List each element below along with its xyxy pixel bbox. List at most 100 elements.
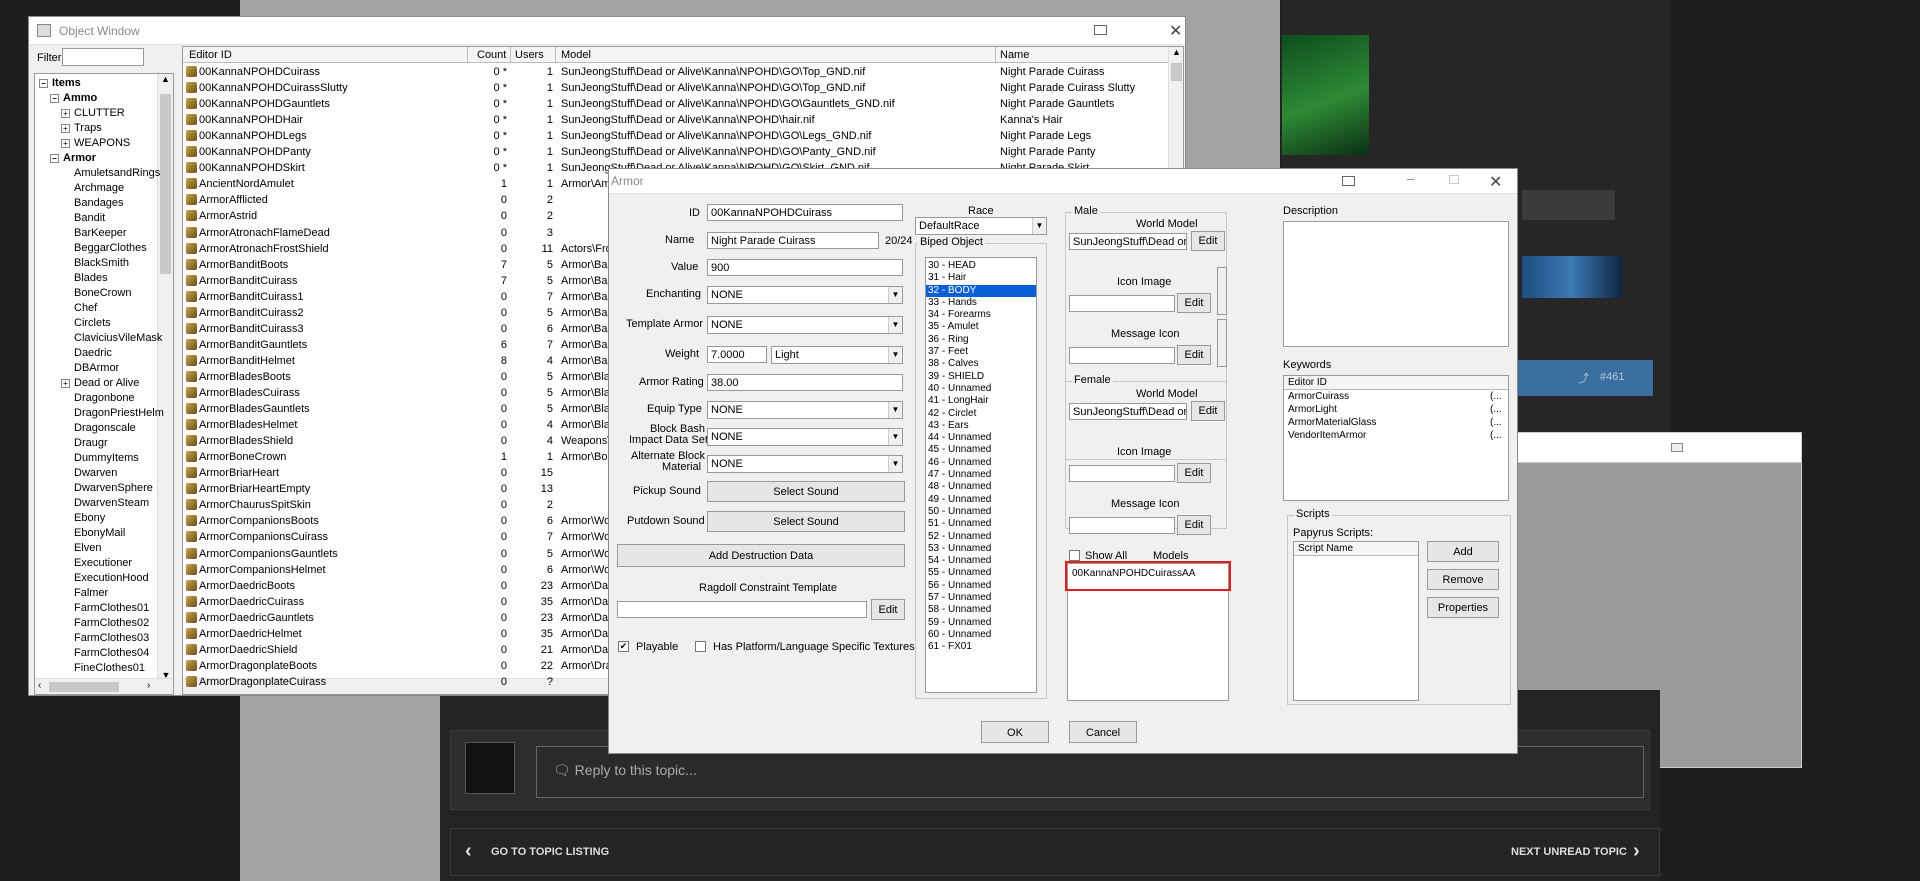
chevron-down-icon[interactable]: ▼ xyxy=(888,456,902,472)
tree-item[interactable]: BarKeeper xyxy=(61,227,127,239)
male-icon-image-edit-button[interactable]: Edit xyxy=(1177,293,1211,313)
scroll-right-icon[interactable]: › xyxy=(147,680,150,691)
equip-type-dropdown[interactable]: NONE ▼ xyxy=(707,401,903,419)
scroll-thumb[interactable] xyxy=(160,94,171,274)
scroll-up-icon[interactable]: ▲ xyxy=(1169,47,1183,57)
female-icon-image-field[interactable] xyxy=(1069,465,1175,482)
biped-slot-item[interactable]: 49 - Unnamed xyxy=(926,494,1036,506)
tree-item[interactable]: DragonPriestHelm xyxy=(61,407,164,419)
biped-slot-item[interactable]: 42 - Circlet xyxy=(926,408,1036,420)
tree-item[interactable]: + WEAPONS xyxy=(61,137,130,149)
ragdoll-field[interactable] xyxy=(617,601,867,618)
col-editor-id[interactable]: Editor ID xyxy=(189,49,232,61)
biped-slot-item[interactable]: 36 - Ring xyxy=(926,334,1036,346)
female-world-model-field[interactable]: SunJeongStuff\Dead or Alive\Kanna xyxy=(1069,403,1187,420)
add-destruction-button[interactable]: Add Destruction Data xyxy=(617,544,905,567)
expand-icon[interactable]: + xyxy=(61,123,70,133)
minimize-icon[interactable]: – xyxy=(1407,171,1414,186)
script-properties-button[interactable]: Properties xyxy=(1427,597,1499,618)
expand-icon[interactable]: + xyxy=(61,378,70,388)
male-message-icon-edit-button[interactable]: Edit xyxy=(1177,345,1211,365)
keyword-item[interactable]: ArmorMaterialGlass (... xyxy=(1284,416,1508,429)
collapse-icon[interactable]: − xyxy=(50,93,59,103)
tree-item[interactable]: FineClothes01 xyxy=(61,662,145,674)
tree-item[interactable]: Bandages xyxy=(61,197,124,209)
chevron-right-icon[interactable]: › xyxy=(1633,840,1640,863)
weight-class-dropdown[interactable]: Light ▼ xyxy=(771,346,903,364)
male-world-model-edit-button[interactable]: Edit xyxy=(1191,231,1225,251)
filter-input[interactable] xyxy=(62,48,144,66)
table-row[interactable]: 00KannaNPOHDLegs 0 * 1 SunJeongStuff\Dead o… xyxy=(183,128,1168,144)
biped-slot-item[interactable]: 31 - Hair xyxy=(926,272,1036,284)
tree-item[interactable]: FarmClothes03 xyxy=(61,632,149,644)
tree-item[interactable]: Dragonscale xyxy=(61,422,136,434)
maximize-icon[interactable] xyxy=(1449,175,1459,184)
keyword-item[interactable]: ArmorLight (... xyxy=(1284,403,1508,416)
id-field[interactable]: 00KannaNPOHDCuirass xyxy=(707,204,903,221)
tree-item[interactable]: Circlets xyxy=(61,317,111,329)
tree-item[interactable]: EbonyMail xyxy=(61,527,125,539)
go-to-topic-listing-link[interactable]: GO TO TOPIC LISTING xyxy=(491,846,609,858)
tree-item[interactable]: DwarvenSteam xyxy=(61,497,149,509)
collapse-icon[interactable]: − xyxy=(50,153,59,163)
expand-icon[interactable]: + xyxy=(61,138,70,148)
biped-slot-item[interactable]: 60 - Unnamed xyxy=(926,629,1036,641)
tree-item[interactable]: Archmage xyxy=(61,182,124,194)
share-post-bar[interactable]: ⤴ #461 xyxy=(1518,360,1653,396)
template-armor-dropdown[interactable]: NONE ▼ xyxy=(707,316,903,334)
chevron-down-icon[interactable]: ▼ xyxy=(888,347,902,363)
tree-item[interactable]: Dwarven xyxy=(61,467,117,479)
tree-item[interactable]: ClaviciusVileMask xyxy=(61,332,162,344)
female-icon-image-edit-button[interactable]: Edit xyxy=(1177,463,1211,483)
platform-textures-checkbox[interactable] xyxy=(695,641,706,652)
tree-item[interactable]: BoneCrown xyxy=(61,287,131,299)
male-message-icon-field[interactable] xyxy=(1069,347,1175,364)
close-icon[interactable]: ✕ xyxy=(1489,172,1502,192)
biped-slot-item[interactable]: 56 - Unnamed xyxy=(926,580,1036,592)
armor-dialog-titlebar[interactable]: Armor – ✕ xyxy=(609,169,1517,194)
object-window-titlebar[interactable]: Object Window ✕ xyxy=(29,17,1185,45)
keyword-item[interactable]: VendorItemArmor (... xyxy=(1284,429,1508,442)
tree-item[interactable]: BlackSmith xyxy=(61,257,129,269)
tree-item[interactable]: Falmer xyxy=(61,587,108,599)
biped-slot-item[interactable]: 55 - Unnamed xyxy=(926,567,1036,579)
tree-item[interactable]: FarmClothes02 xyxy=(61,617,149,629)
tree-item[interactable]: Bandit xyxy=(61,212,105,224)
description-field[interactable] xyxy=(1283,221,1509,347)
biped-slot-item[interactable]: 54 - Unnamed xyxy=(926,555,1036,567)
block-bash-dropdown[interactable]: NONE ▼ xyxy=(707,428,903,446)
tree-item[interactable]: DummyItems xyxy=(61,452,139,464)
chevron-down-icon[interactable]: ▼ xyxy=(1032,218,1046,234)
biped-slot-item[interactable]: 45 - Unnamed xyxy=(926,444,1036,456)
collapse-icon[interactable]: − xyxy=(39,78,48,88)
biped-slot-item[interactable]: 44 - Unnamed xyxy=(926,432,1036,444)
tree-item[interactable]: Draugr xyxy=(61,437,108,449)
biped-slot-item[interactable]: 40 - Unnamed xyxy=(926,383,1036,395)
tree-item[interactable]: BeggarClothes xyxy=(61,242,147,254)
scroll-thumb[interactable] xyxy=(1171,63,1182,81)
tree-item[interactable]: Daedric xyxy=(61,347,112,359)
female-world-model-edit-button[interactable]: Edit xyxy=(1191,401,1225,421)
biped-slot-item[interactable]: 52 - Unnamed xyxy=(926,531,1036,543)
tree-item[interactable]: ExecutionHood xyxy=(61,572,149,584)
col-model[interactable]: Model xyxy=(561,49,591,61)
chevron-down-icon[interactable]: ▼ xyxy=(888,429,902,445)
col-name[interactable]: Name xyxy=(1000,49,1029,61)
tree-item[interactable]: − Items xyxy=(39,77,81,89)
ok-button[interactable]: OK xyxy=(981,721,1049,743)
scroll-left-icon[interactable]: ‹ xyxy=(38,680,41,691)
tree-hscrollbar[interactable]: ‹ › xyxy=(35,678,173,694)
table-row[interactable]: 00KannaNPOHDHair 0 * 1 SunJeongStuff\Dead o… xyxy=(183,112,1168,128)
chevron-left-icon[interactable]: ‹ xyxy=(465,840,472,863)
tree-item[interactable]: Ebony xyxy=(61,512,105,524)
biped-slot-item[interactable]: 34 - Forearms xyxy=(926,309,1036,321)
biped-slot-list[interactable]: 30 - HEAD 31 - Hair 32 - BODY 33 - Hands 34 … xyxy=(925,257,1037,693)
tree-item[interactable]: + CLUTTER xyxy=(61,107,125,119)
tree-item[interactable]: DwarvenSphere xyxy=(61,482,153,494)
value-field[interactable]: 900 xyxy=(707,259,903,276)
biped-slot-item[interactable]: 39 - SHIELD xyxy=(926,371,1036,383)
hscroll-thumb[interactable] xyxy=(49,682,119,692)
biped-slot-item[interactable]: 51 - Unnamed xyxy=(926,518,1036,530)
tree-scrollbar[interactable]: ▲ ▼ xyxy=(157,74,173,680)
playable-checkbox[interactable]: ✔ xyxy=(618,641,629,652)
